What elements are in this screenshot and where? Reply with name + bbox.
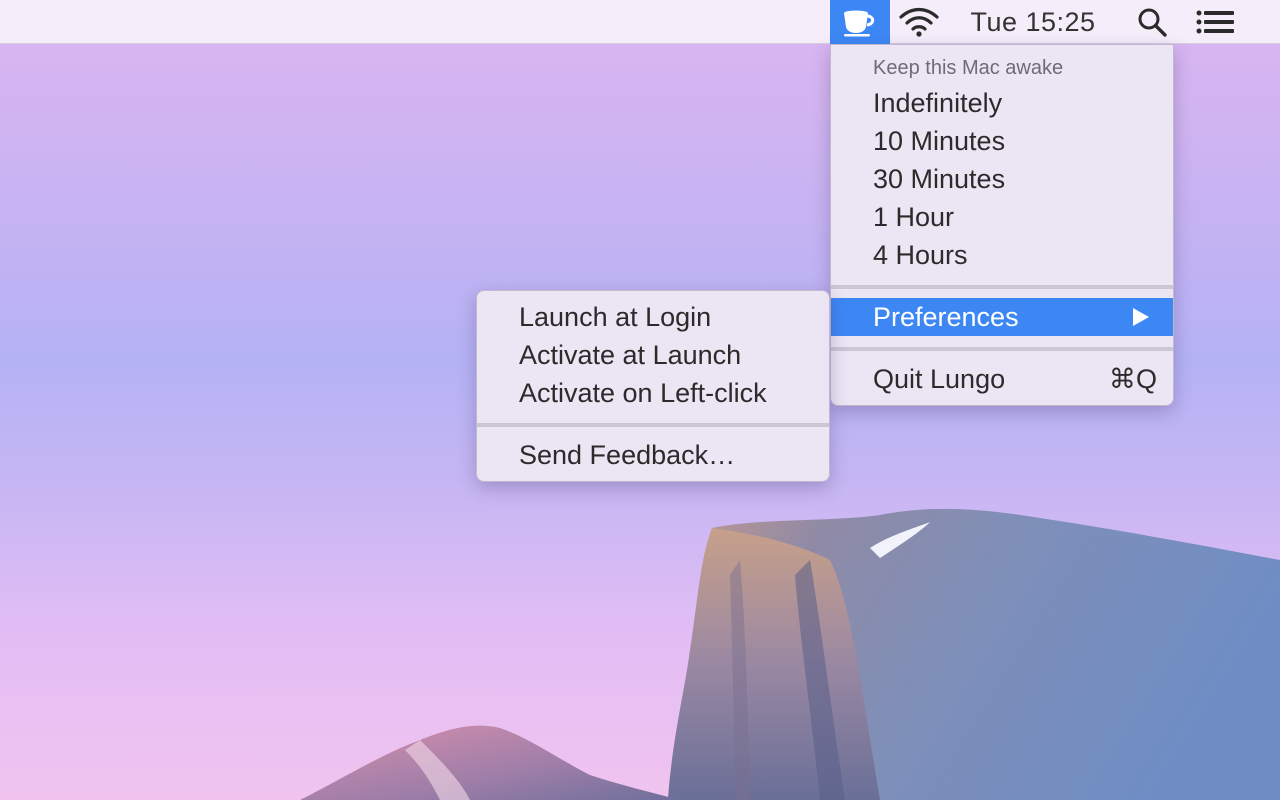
submenu-item-send-feedback[interactable]: Send Feedback…	[477, 436, 829, 474]
wifi-icon	[899, 7, 939, 37]
menu-separator	[477, 423, 829, 427]
menu-item-preferences[interactable]: Preferences	[831, 298, 1173, 336]
menu-item-10-minutes[interactable]: 10 Minutes	[831, 122, 1173, 160]
lungo-menu-extra[interactable]	[830, 0, 890, 44]
menu-item-30-minutes[interactable]: 30 Minutes	[831, 160, 1173, 198]
submenu-arrow-icon	[1133, 308, 1149, 326]
notification-center-menu-extra[interactable]	[1190, 0, 1242, 44]
quit-label: Quit Lungo	[873, 363, 1006, 394]
menu-section-header: Keep this Mac awake	[873, 57, 1064, 79]
preferences-label: Preferences	[873, 301, 1019, 332]
lungo-dropdown-menu: Keep this Mac awake Indefinitely 10 Minu…	[830, 44, 1174, 406]
submenu-item-activate-on-left-click[interactable]: Activate on Left-click	[477, 374, 829, 412]
submenu-item-activate-at-launch[interactable]: Activate at Launch	[477, 336, 829, 374]
menu-bar: Tue 15:25	[0, 0, 1280, 44]
menu-item-4-hours[interactable]: 4 Hours	[831, 236, 1173, 274]
spotlight-menu-extra[interactable]	[1130, 0, 1174, 44]
menu-item-1-hour[interactable]: 1 Hour	[831, 198, 1173, 236]
notification-center-icon	[1196, 10, 1234, 34]
menu-item-quit[interactable]: Quit Lungo ⌘Q	[831, 360, 1173, 398]
menu-bar-clock[interactable]: Tue 15:25	[960, 0, 1106, 44]
menu-item-indefinitely[interactable]: Indefinitely	[831, 84, 1173, 122]
menu-separator	[831, 285, 1173, 289]
preferences-submenu: Launch at Login Activate at Launch Activ…	[476, 290, 830, 482]
menu-separator	[831, 347, 1173, 351]
wifi-menu-extra[interactable]	[894, 0, 944, 44]
submenu-item-launch-at-login[interactable]: Launch at Login	[477, 298, 829, 336]
quit-shortcut: ⌘Q	[1108, 363, 1157, 394]
coffee-cup-icon	[844, 10, 875, 37]
spotlight-search-icon	[1138, 8, 1167, 37]
